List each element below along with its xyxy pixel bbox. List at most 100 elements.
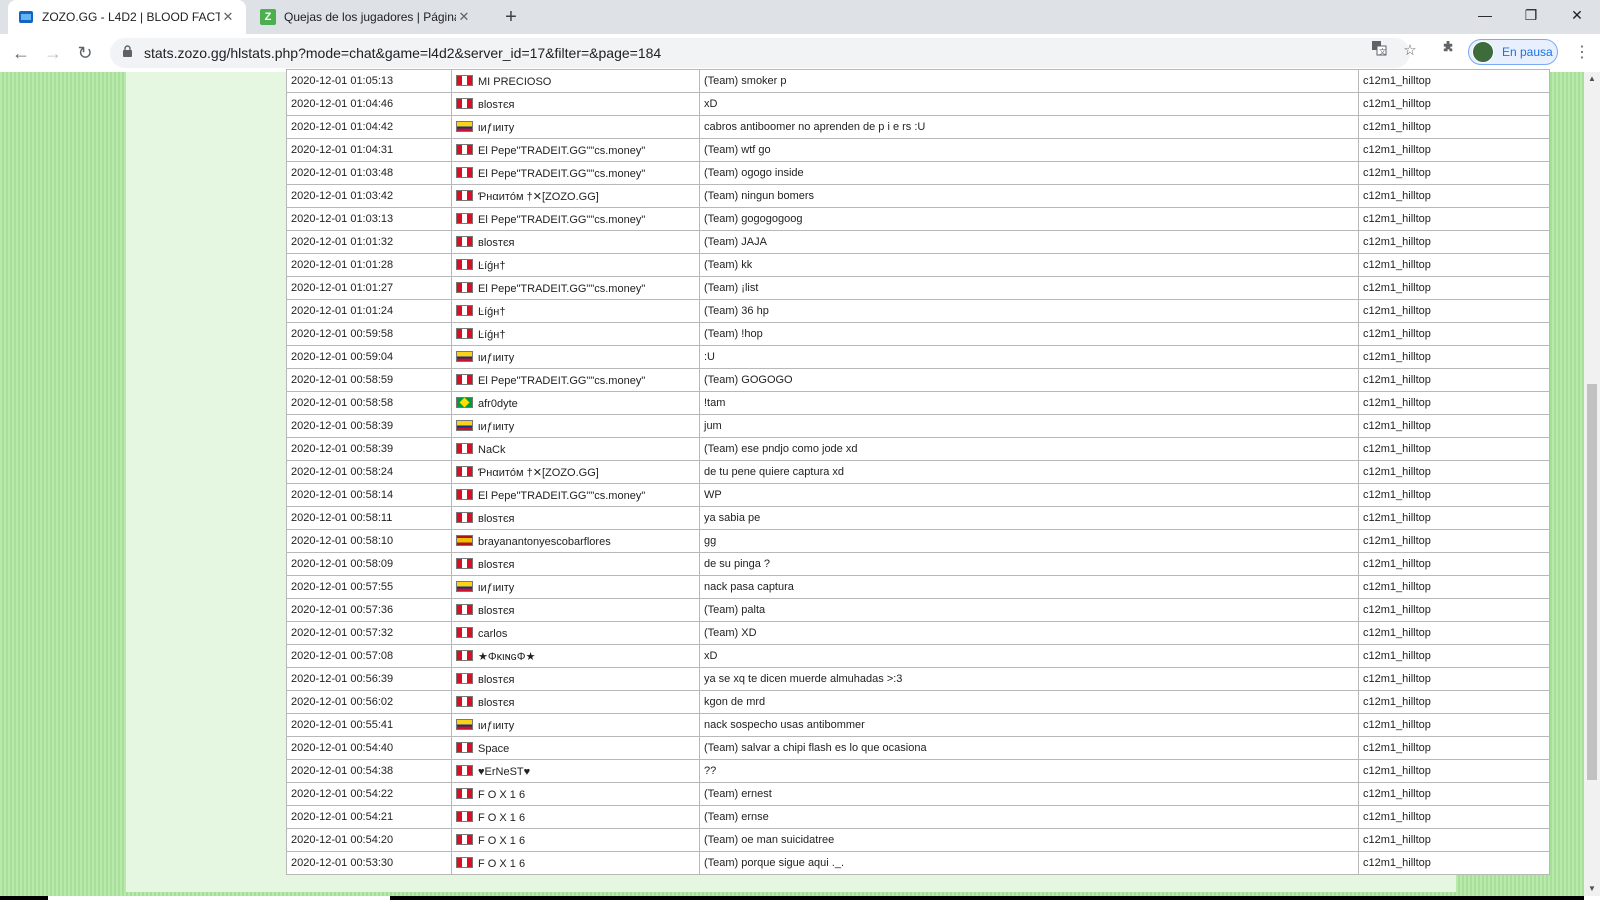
- scroll-up-icon[interactable]: ▲: [1587, 74, 1597, 83]
- close-tab-icon[interactable]: ✕: [220, 9, 236, 25]
- player-name-link[interactable]: F O X 1 6: [478, 835, 525, 847]
- chat-map: c12m1_hilltop: [1358, 414, 1550, 438]
- flag-pe-icon: [456, 787, 473, 799]
- tab-zozo[interactable]: ZOZO.GG - L4D2 | BLOOD FACTORY ✕: [8, 0, 246, 34]
- chat-message: de su pinga ?: [699, 552, 1359, 576]
- chat-map: c12m1_hilltop: [1358, 138, 1550, 162]
- chat-player-cell: afr0dyte: [451, 391, 700, 415]
- chat-player-cell: вlᴏsтєя: [451, 667, 700, 691]
- player-name-link[interactable]: Ƥнαитóм †✕[ZOZO.GG]: [478, 467, 599, 479]
- player-name-link[interactable]: El Pepe"TRADEIT.GG""cs.money": [478, 375, 645, 387]
- player-name-link[interactable]: F O X 1 6: [478, 812, 525, 824]
- flag-pe-icon: [456, 603, 473, 615]
- player-name-link[interactable]: вlᴏsтєя: [478, 605, 515, 617]
- scroll-down-icon[interactable]: ▼: [1587, 884, 1597, 893]
- player-name-link[interactable]: вlᴏsтєя: [478, 513, 515, 525]
- player-name-link[interactable]: El Pepe"TRADEIT.GG""cs.money": [478, 283, 645, 295]
- translate-icon[interactable]: 文: [1368, 40, 1390, 62]
- chat-date: 2020-12-01 00:58:39: [286, 437, 452, 461]
- table-row: 2020-12-01 00:54:21 F O X 1 6 (Team) ernse…: [286, 805, 1550, 829]
- player-name-link[interactable]: ιиƒιиιтy: [478, 421, 514, 433]
- chat-player-cell: ιиƒιиιтy: [451, 115, 700, 139]
- player-name-link[interactable]: MI PRECIOSO: [478, 76, 551, 88]
- profile-button[interactable]: En pausa: [1468, 39, 1558, 65]
- table-row: 2020-12-01 01:05:13 MI PRECIOSO (Team) smo…: [286, 69, 1550, 93]
- player-name-link[interactable]: afr0dyte: [478, 398, 518, 410]
- chat-message: ya sabia pe: [699, 506, 1359, 530]
- chat-player-cell: вlᴏsтєя: [451, 506, 700, 530]
- site-favicon-icon: [18, 9, 34, 25]
- flag-pe-icon: [456, 488, 473, 500]
- player-name-link[interactable]: вlᴏsтєя: [478, 99, 515, 111]
- player-name-link[interactable]: F O X 1 6: [478, 789, 525, 801]
- table-row: 2020-12-01 00:57:08 ★ΦκιɴɢΦ★ xD c12m1_hillt…: [286, 644, 1550, 668]
- player-name-link[interactable]: El Pepe"TRADEIT.GG""cs.money": [478, 214, 645, 226]
- player-name-link[interactable]: ♥ErNeST♥: [478, 766, 530, 778]
- chat-date: 2020-12-01 01:05:13: [286, 69, 452, 93]
- forward-arrow-icon[interactable]: →: [40, 41, 66, 65]
- player-name-link[interactable]: ιиƒιиιтy: [478, 582, 514, 594]
- restore-button[interactable]: ❐: [1508, 0, 1554, 30]
- table-row: 2020-12-01 00:58:14 El Pepe"TRADEIT.GG""c…: [286, 483, 1550, 507]
- player-name-link[interactable]: вlᴏsтєя: [478, 697, 515, 709]
- chat-message: :U: [699, 345, 1359, 369]
- chat-date: 2020-12-01 00:58:59: [286, 368, 452, 392]
- chat-map: c12m1_hilltop: [1358, 828, 1550, 852]
- flag-pe-icon: [456, 465, 473, 477]
- scrollbar-thumb[interactable]: [1587, 384, 1597, 780]
- player-name-link[interactable]: Ƥнαитóм †✕[ZOZO.GG]: [478, 191, 599, 203]
- new-tab-button[interactable]: +: [500, 6, 522, 28]
- address-bar[interactable]: stats.zozo.gg/hlstats.php?mode=chat&game…: [110, 38, 1410, 68]
- player-name-link[interactable]: вlᴏsтєя: [478, 674, 515, 686]
- chat-map: c12m1_hilltop: [1358, 184, 1550, 208]
- player-name-link[interactable]: Space: [478, 743, 509, 755]
- flag-pe-icon: [456, 649, 473, 661]
- chat-player-cell: F O X 1 6: [451, 805, 700, 829]
- player-name-link[interactable]: Ŀíǵн†: [478, 306, 505, 318]
- chat-date: 2020-12-01 00:58:10: [286, 529, 452, 553]
- player-name-link[interactable]: carlos: [478, 628, 507, 640]
- player-name-link[interactable]: ιиƒιиιтy: [478, 122, 514, 134]
- content-panel: 2020-12-01 01:05:13 MI PRECIOSO (Team) smo…: [126, 69, 1550, 892]
- player-name-link[interactable]: El Pepe"TRADEIT.GG""cs.money": [478, 490, 645, 502]
- chat-date: 2020-12-01 00:58:24: [286, 460, 452, 484]
- tab-quejas[interactable]: Z Quejas de los jugadores | Página ✕: [250, 0, 482, 34]
- close-tab-icon[interactable]: ✕: [456, 9, 472, 25]
- chat-date: 2020-12-01 01:01:32: [286, 230, 452, 254]
- player-name-link[interactable]: brayanantonyescobarflores: [478, 536, 611, 548]
- player-name-link[interactable]: ★ΦκιɴɢΦ★: [478, 651, 535, 663]
- table-row: 2020-12-01 00:57:55 ιиƒιиιтy nack pasa cap…: [286, 575, 1550, 599]
- player-name-link[interactable]: вlᴏsтєя: [478, 559, 515, 571]
- vertical-scrollbar[interactable]: ▲ ▼: [1584, 72, 1600, 900]
- player-name-link[interactable]: ιиƒιиιтy: [478, 352, 514, 364]
- minimize-button[interactable]: —: [1462, 0, 1508, 30]
- player-name-link[interactable]: вlᴏsтєя: [478, 237, 515, 249]
- chat-map: c12m1_hilltop: [1358, 437, 1550, 461]
- chat-date: 2020-12-01 00:54:20: [286, 828, 452, 852]
- chat-map: c12m1_hilltop: [1358, 92, 1550, 116]
- chat-date: 2020-12-01 00:57:08: [286, 644, 452, 668]
- chat-map: c12m1_hilltop: [1358, 391, 1550, 415]
- flag-pe-icon: [456, 856, 473, 868]
- reload-icon[interactable]: ↻: [72, 41, 98, 65]
- chat-map: c12m1_hilltop: [1358, 345, 1550, 369]
- player-name-link[interactable]: NaCk: [478, 444, 506, 456]
- table-row: 2020-12-01 00:59:58 Ŀíǵн† (Team) !hop c12m1…: [286, 322, 1550, 346]
- back-arrow-icon[interactable]: ←: [8, 41, 34, 65]
- player-name-link[interactable]: Ŀíǵн†: [478, 329, 505, 341]
- chat-date: 2020-12-01 00:57:36: [286, 598, 452, 622]
- bookmark-star-icon[interactable]: ☆: [1399, 40, 1421, 62]
- player-name-link[interactable]: El Pepe"TRADEIT.GG""cs.money": [478, 168, 645, 180]
- player-name-link[interactable]: ιиƒιиιтy: [478, 720, 514, 732]
- flag-pe-icon: [456, 281, 473, 293]
- chat-map: c12m1_hilltop: [1358, 805, 1550, 829]
- player-name-link[interactable]: F O X 1 6: [478, 858, 525, 870]
- player-name-link[interactable]: El Pepe"TRADEIT.GG""cs.money": [478, 145, 645, 157]
- kebab-menu-icon[interactable]: ⋮: [1572, 42, 1592, 64]
- table-row: 2020-12-01 00:53:30 F O X 1 6 (Team) porqu…: [286, 851, 1550, 875]
- player-name-link[interactable]: Ŀíǵн†: [478, 260, 505, 272]
- close-window-button[interactable]: ✕: [1554, 0, 1600, 30]
- profile-status: En pausa: [1502, 45, 1553, 59]
- chat-player-cell: вlᴏsтєя: [451, 92, 700, 116]
- extensions-icon[interactable]: [1437, 40, 1459, 62]
